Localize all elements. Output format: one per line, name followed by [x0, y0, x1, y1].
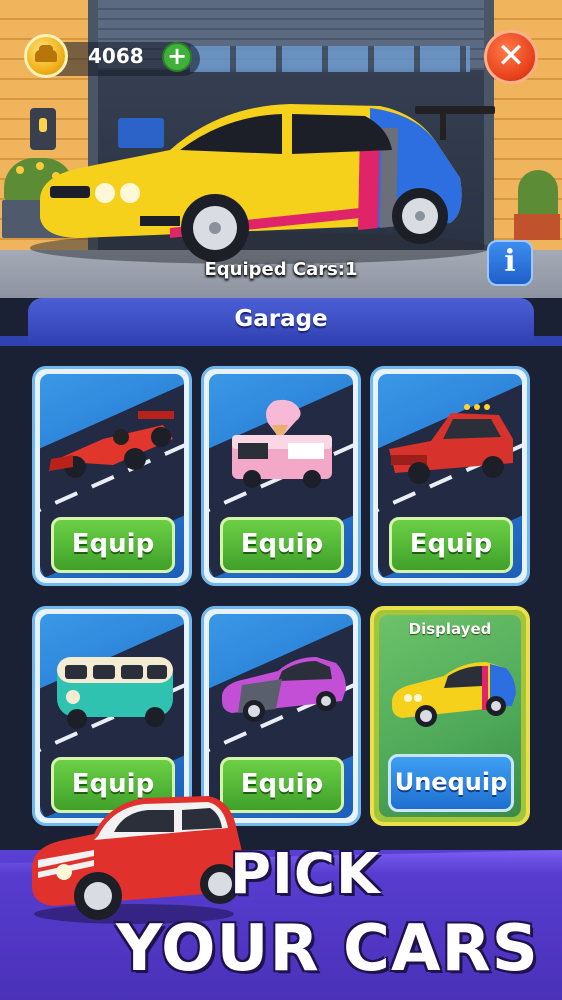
purple-sports-car-icon [222, 657, 346, 722]
car-card-pickup-truck[interactable]: Equip [370, 366, 530, 586]
potted-plant [518, 170, 558, 220]
coin-icon [24, 34, 68, 78]
coin-balance: 4068 [88, 44, 144, 68]
hero-car-yellow [30, 104, 495, 264]
car-card-ice-cream-truck[interactable]: Equip [201, 366, 361, 586]
equip-button[interactable]: Equip [220, 517, 344, 573]
pickup-truck-icon [389, 404, 513, 484]
yellow-sports-car-icon [392, 662, 516, 727]
formula-car-icon [49, 411, 174, 478]
close-button[interactable]: ✕ [484, 30, 538, 84]
flower-pot [514, 214, 560, 240]
add-coins-button[interactable]: + [162, 42, 192, 72]
equipped-cars-count: Equiped Cars:1 [204, 259, 358, 280]
camper-van-icon [57, 657, 173, 729]
ice-cream-truck-icon [232, 399, 332, 488]
garage-windows [190, 46, 470, 72]
unequip-button[interactable]: Unequip [388, 754, 514, 812]
red-mini-car-icon [32, 796, 245, 924]
garage-title: Garage [234, 306, 328, 332]
displayed-status: Displayed [408, 620, 492, 638]
promo-headline-line1: PICK [230, 842, 381, 907]
promo-headline-line2: YOUR CARS [116, 912, 539, 986]
car-card-yellow-sports[interactable]: Displayed Unequip [370, 606, 530, 826]
car-card-formula[interactable]: Equip [32, 366, 192, 586]
equip-button[interactable]: Equip [51, 517, 175, 573]
equip-button[interactable]: Equip [389, 517, 513, 573]
